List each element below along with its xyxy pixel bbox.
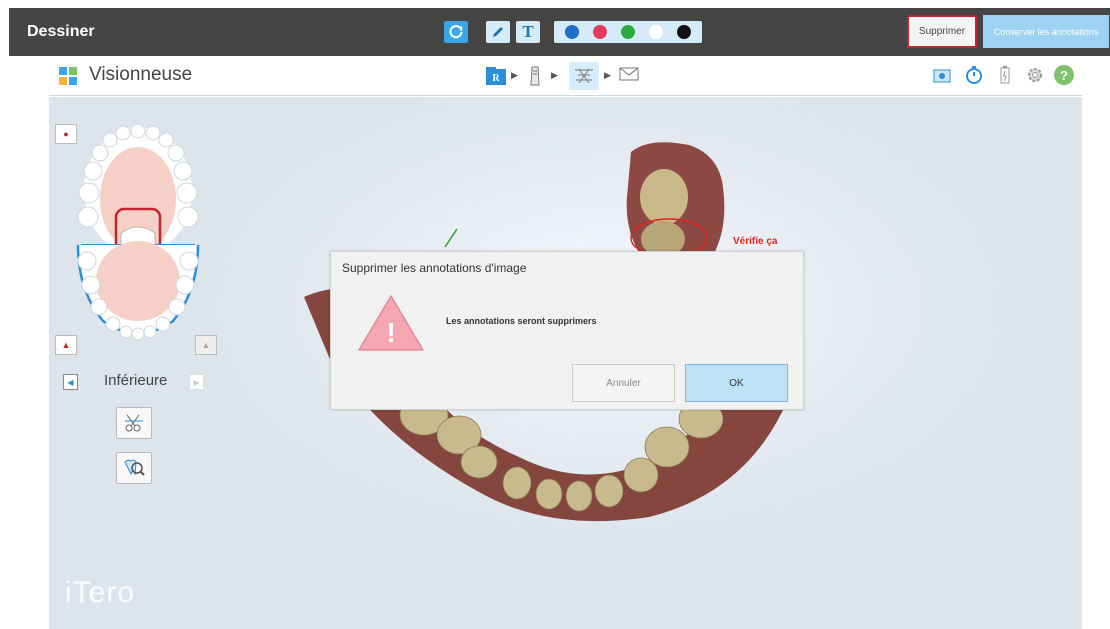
settings-button[interactable] bbox=[1025, 65, 1045, 85]
rx-icon: R bbox=[486, 67, 506, 85]
timer-icon bbox=[966, 66, 982, 84]
itero-logo: iTero bbox=[65, 576, 136, 609]
next-jaw-button[interactable]: ▶ bbox=[189, 374, 204, 390]
send-icon bbox=[619, 67, 639, 81]
color-swatch-red[interactable] bbox=[593, 25, 607, 39]
color-swatch-black[interactable] bbox=[677, 25, 691, 39]
view-step[interactable] bbox=[569, 62, 599, 90]
color-palette bbox=[554, 21, 702, 43]
refresh-icon bbox=[449, 25, 463, 39]
tooth-lower-icon: ▲ bbox=[61, 340, 71, 350]
svg-text:!: ! bbox=[386, 317, 395, 348]
viewer-logo-icon bbox=[59, 67, 77, 85]
rx-step[interactable]: R bbox=[485, 66, 507, 86]
text-tool-button[interactable]: T bbox=[516, 21, 540, 43]
svg-text:R: R bbox=[492, 73, 500, 84]
scanner-icon bbox=[530, 66, 540, 86]
timer-button[interactable] bbox=[964, 65, 984, 85]
warning-icon: ! bbox=[358, 295, 424, 351]
tooth-side-icon: ▲ bbox=[201, 340, 211, 350]
pen-tool-button[interactable] bbox=[486, 21, 510, 43]
cancel-button[interactable]: Annuler bbox=[572, 364, 675, 402]
color-swatch-blue[interactable] bbox=[565, 25, 579, 39]
lower-left-view-button[interactable]: ▲ bbox=[55, 335, 77, 355]
dialog-message: Les annotations seront supprimers bbox=[446, 316, 597, 326]
app-window: Dessiner T Supprimer Conserver les annot… bbox=[0, 0, 1110, 629]
zoom-tooth-button[interactable] bbox=[116, 452, 152, 484]
tooth-upper-icon: ● bbox=[63, 129, 69, 139]
color-swatch-white[interactable] bbox=[649, 25, 663, 39]
prev-jaw-button[interactable]: ◀ bbox=[63, 374, 78, 390]
viewer-title: Visionneuse bbox=[89, 64, 193, 85]
gear-icon bbox=[1028, 68, 1042, 82]
tooth-magnifier-icon bbox=[124, 459, 145, 476]
battery-icon bbox=[1000, 66, 1010, 84]
camera-icon bbox=[933, 69, 951, 83]
delete-annotations-dialog: Supprimer les annotations d'image ! Les … bbox=[330, 251, 804, 410]
keep-annotations-button[interactable]: Conserver les annotations bbox=[983, 15, 1109, 48]
send-step[interactable] bbox=[619, 66, 639, 82]
jaw-navigation: ◀ Inférieure ▶ bbox=[63, 372, 204, 392]
step-arrow-icon: ▶ bbox=[604, 70, 611, 80]
scan-step[interactable] bbox=[527, 66, 543, 86]
draw-toolbar: Dessiner T Supprimer Conserver les annot… bbox=[9, 8, 1110, 56]
upper-view-button[interactable]: ● bbox=[55, 124, 77, 144]
scissors-icon bbox=[125, 414, 143, 432]
pencil-icon bbox=[493, 27, 503, 37]
text-t-icon: T bbox=[522, 22, 534, 41]
chevron-left-icon: ◀ bbox=[67, 377, 74, 387]
help-button[interactable]: ? bbox=[1054, 65, 1074, 85]
annotation-text: Vérifie ça bbox=[733, 236, 778, 247]
chevron-right-icon: ▶ bbox=[193, 377, 200, 387]
help-icon: ? bbox=[1060, 67, 1068, 83]
step-arrow-icon: ▶ bbox=[551, 70, 558, 80]
viewer-header: Visionneuse R ▶ ▶ ▶ ? bbox=[49, 56, 1082, 96]
arch-selector[interactable] bbox=[73, 121, 203, 351]
draw-title: Dessiner bbox=[27, 23, 95, 40]
delete-annotations-button[interactable]: Supprimer bbox=[907, 15, 977, 48]
step-arrow-icon: ▶ bbox=[511, 70, 518, 80]
jaw-label: Inférieure bbox=[104, 372, 168, 389]
battery-indicator bbox=[995, 65, 1015, 85]
trim-tool-button[interactable] bbox=[116, 407, 152, 439]
snapshot-button[interactable] bbox=[932, 65, 952, 85]
lower-right-view-button[interactable]: ▲ bbox=[195, 335, 217, 355]
ok-button[interactable]: OK bbox=[685, 364, 788, 402]
dialog-title: Supprimer les annotations d'image bbox=[342, 261, 527, 275]
color-swatch-green[interactable] bbox=[621, 25, 635, 39]
reset-button[interactable] bbox=[444, 21, 468, 43]
viewer-icon bbox=[575, 68, 593, 84]
